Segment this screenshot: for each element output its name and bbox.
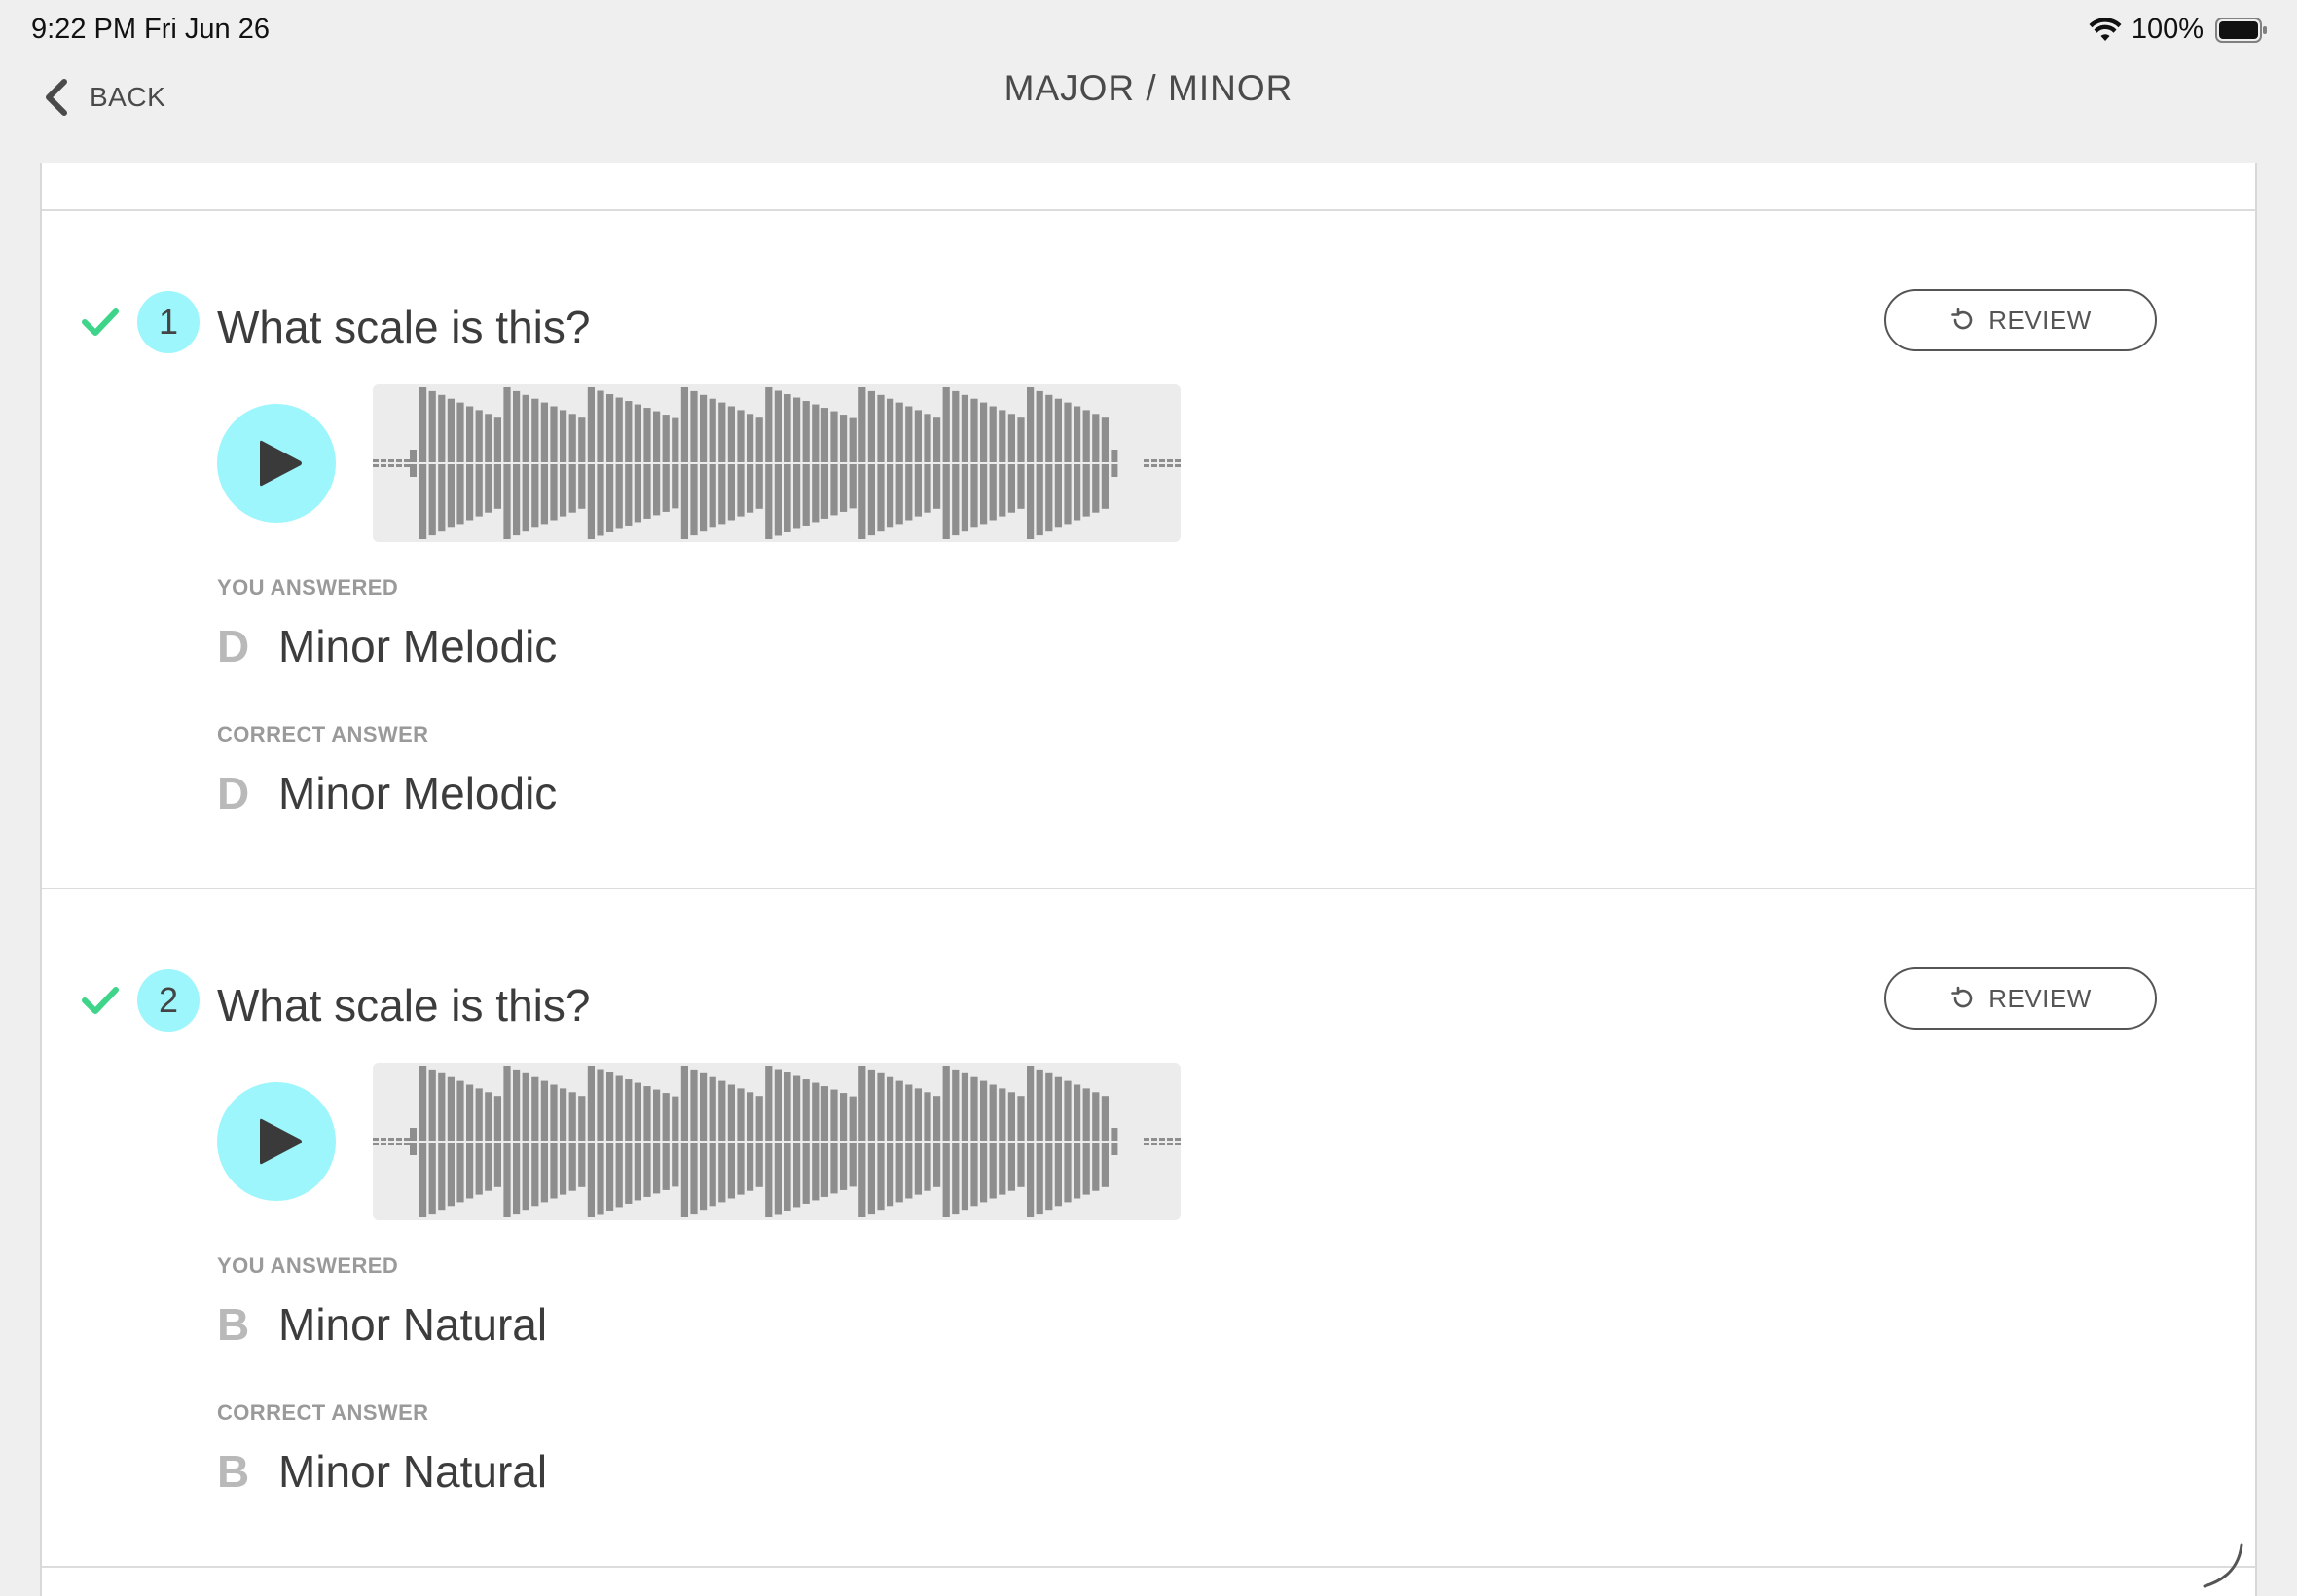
you-answered-label: YOU ANSWERED <box>217 1253 399 1278</box>
results-list[interactable]: 1 What scale is this? REVIEW YOU ANSWERE… <box>40 163 2257 1596</box>
correct-answer-label: CORRECT ANSWER <box>217 722 429 746</box>
battery-percentage: 100% <box>2131 14 2204 45</box>
waveform-bars <box>373 1066 1181 1217</box>
review-label: REVIEW <box>1988 305 2092 335</box>
check-icon <box>82 987 119 1014</box>
rotate-ccw-icon <box>1951 308 1973 330</box>
navigation-bar: BACK MAJOR / MINOR <box>0 60 2297 163</box>
waveform-bars <box>373 387 1181 539</box>
status-bar: 9:22 PM Fri Jun 26 100% <box>0 0 2297 60</box>
status-indicators: 100% <box>2089 14 2268 46</box>
play-icon <box>260 1118 302 1165</box>
battery-icon <box>2215 17 2267 43</box>
play-icon <box>260 440 302 487</box>
question-text: What scale is this? <box>217 302 591 352</box>
answer-text: Minor Natural <box>278 1446 548 1497</box>
review-button[interactable]: REVIEW <box>1884 289 2157 351</box>
you-answered-label: YOU ANSWERED <box>217 575 399 599</box>
correct-answer-label: CORRECT ANSWER <box>217 1400 429 1425</box>
play-button[interactable] <box>217 404 336 523</box>
review-label: REVIEW <box>1988 983 2092 1013</box>
page-title: MAJOR / MINOR <box>1003 68 1294 108</box>
answer-letter: B <box>217 1299 250 1350</box>
check-icon <box>82 308 119 336</box>
question-card: 1 What scale is this? REVIEW YOU ANSWERE… <box>42 211 2255 889</box>
correct-answer-row: D Minor Melodic <box>217 767 557 819</box>
answer-text: Minor Melodic <box>278 768 558 818</box>
question-number: 1 <box>137 291 200 353</box>
divider <box>42 1566 2255 1568</box>
question-text: What scale is this? <box>217 980 591 1031</box>
review-button[interactable]: REVIEW <box>1884 967 2157 1030</box>
question-card: 2 What scale is this? REVIEW YOU ANSWERE… <box>42 889 2255 1567</box>
play-button[interactable] <box>217 1082 336 1201</box>
answer-letter: D <box>217 621 250 671</box>
question-number: 2 <box>137 969 200 1032</box>
you-answered-row: D Minor Melodic <box>217 620 557 672</box>
status-time: 9:22 PM Fri Jun 26 <box>31 14 270 45</box>
audio-waveform[interactable] <box>373 1063 1181 1220</box>
answer-text: Minor Natural <box>278 1299 548 1350</box>
answer-letter: B <box>217 1446 250 1497</box>
you-answered-row: B Minor Natural <box>217 1298 547 1351</box>
scroll-indicator <box>2203 1543 2243 1588</box>
answer-text: Minor Melodic <box>278 621 558 671</box>
answer-letter: D <box>217 768 250 818</box>
wifi-icon <box>2089 17 2122 41</box>
correct-answer-row: B Minor Natural <box>217 1445 547 1498</box>
rotate-ccw-icon <box>1951 986 1973 1008</box>
audio-waveform[interactable] <box>373 384 1181 542</box>
